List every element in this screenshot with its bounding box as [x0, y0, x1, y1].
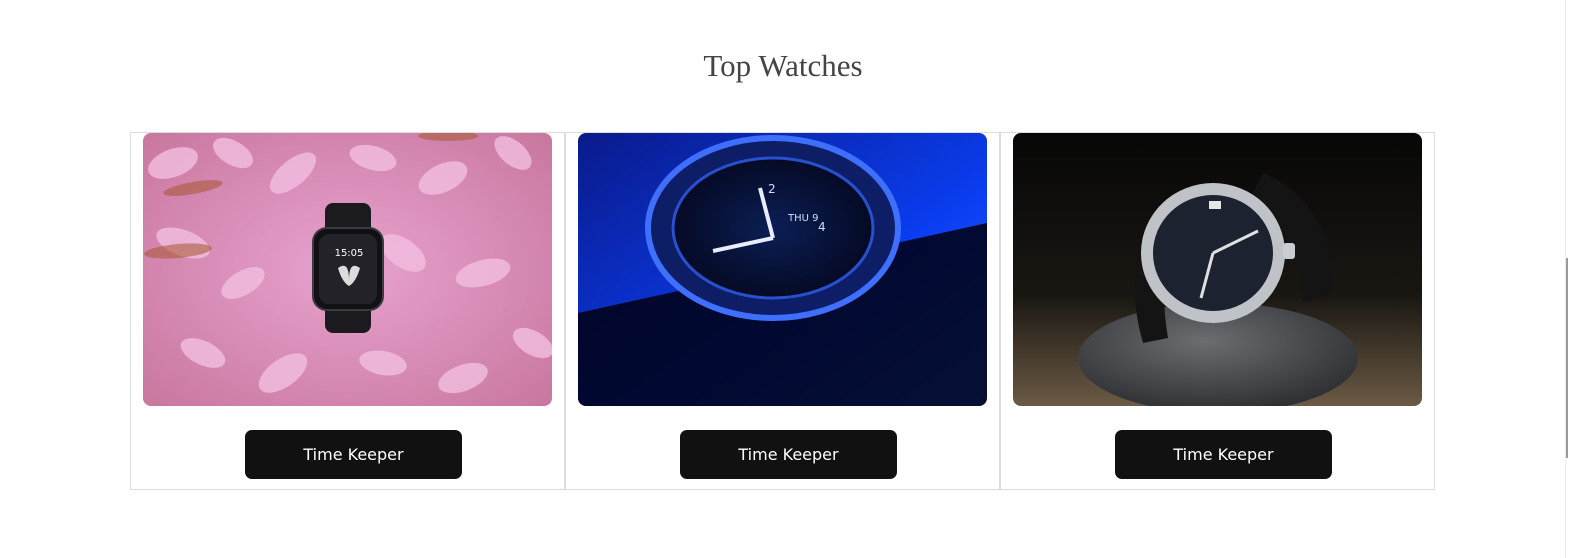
section-title: Top Watches — [703, 48, 863, 83]
svg-text:15:05: 15:05 — [335, 248, 364, 259]
product-card: 15:05 Time Keeper — [130, 132, 565, 490]
svg-text:4: 4 — [818, 220, 826, 234]
time-keeper-button[interactable]: Time Keeper — [680, 430, 897, 479]
smartwatch-on-petals-image[interactable]: 15:05 — [143, 133, 552, 406]
scrollbar-thumb[interactable] — [1566, 258, 1568, 458]
blue-smartwatch-image[interactable]: 2 THU 9 4 — [578, 133, 987, 406]
cards-row: 15:05 Time Keeper 2 THU 9 4 Time Keeper … — [130, 132, 1435, 490]
vertical-scrollbar[interactable] — [1565, 0, 1587, 558]
page: Top Watches 15:05 Time Keeper 2 THU 9 4 … — [0, 0, 1587, 558]
analog-watch-on-stone-image[interactable] — [1013, 133, 1422, 406]
product-card: 2 THU 9 4 Time Keeper — [565, 132, 1000, 490]
svg-text:THU 9: THU 9 — [787, 213, 819, 224]
time-keeper-button[interactable]: Time Keeper — [245, 430, 462, 479]
svg-text:2: 2 — [768, 182, 776, 196]
product-card: Time Keeper — [1000, 132, 1435, 490]
time-keeper-button[interactable]: Time Keeper — [1115, 430, 1332, 479]
